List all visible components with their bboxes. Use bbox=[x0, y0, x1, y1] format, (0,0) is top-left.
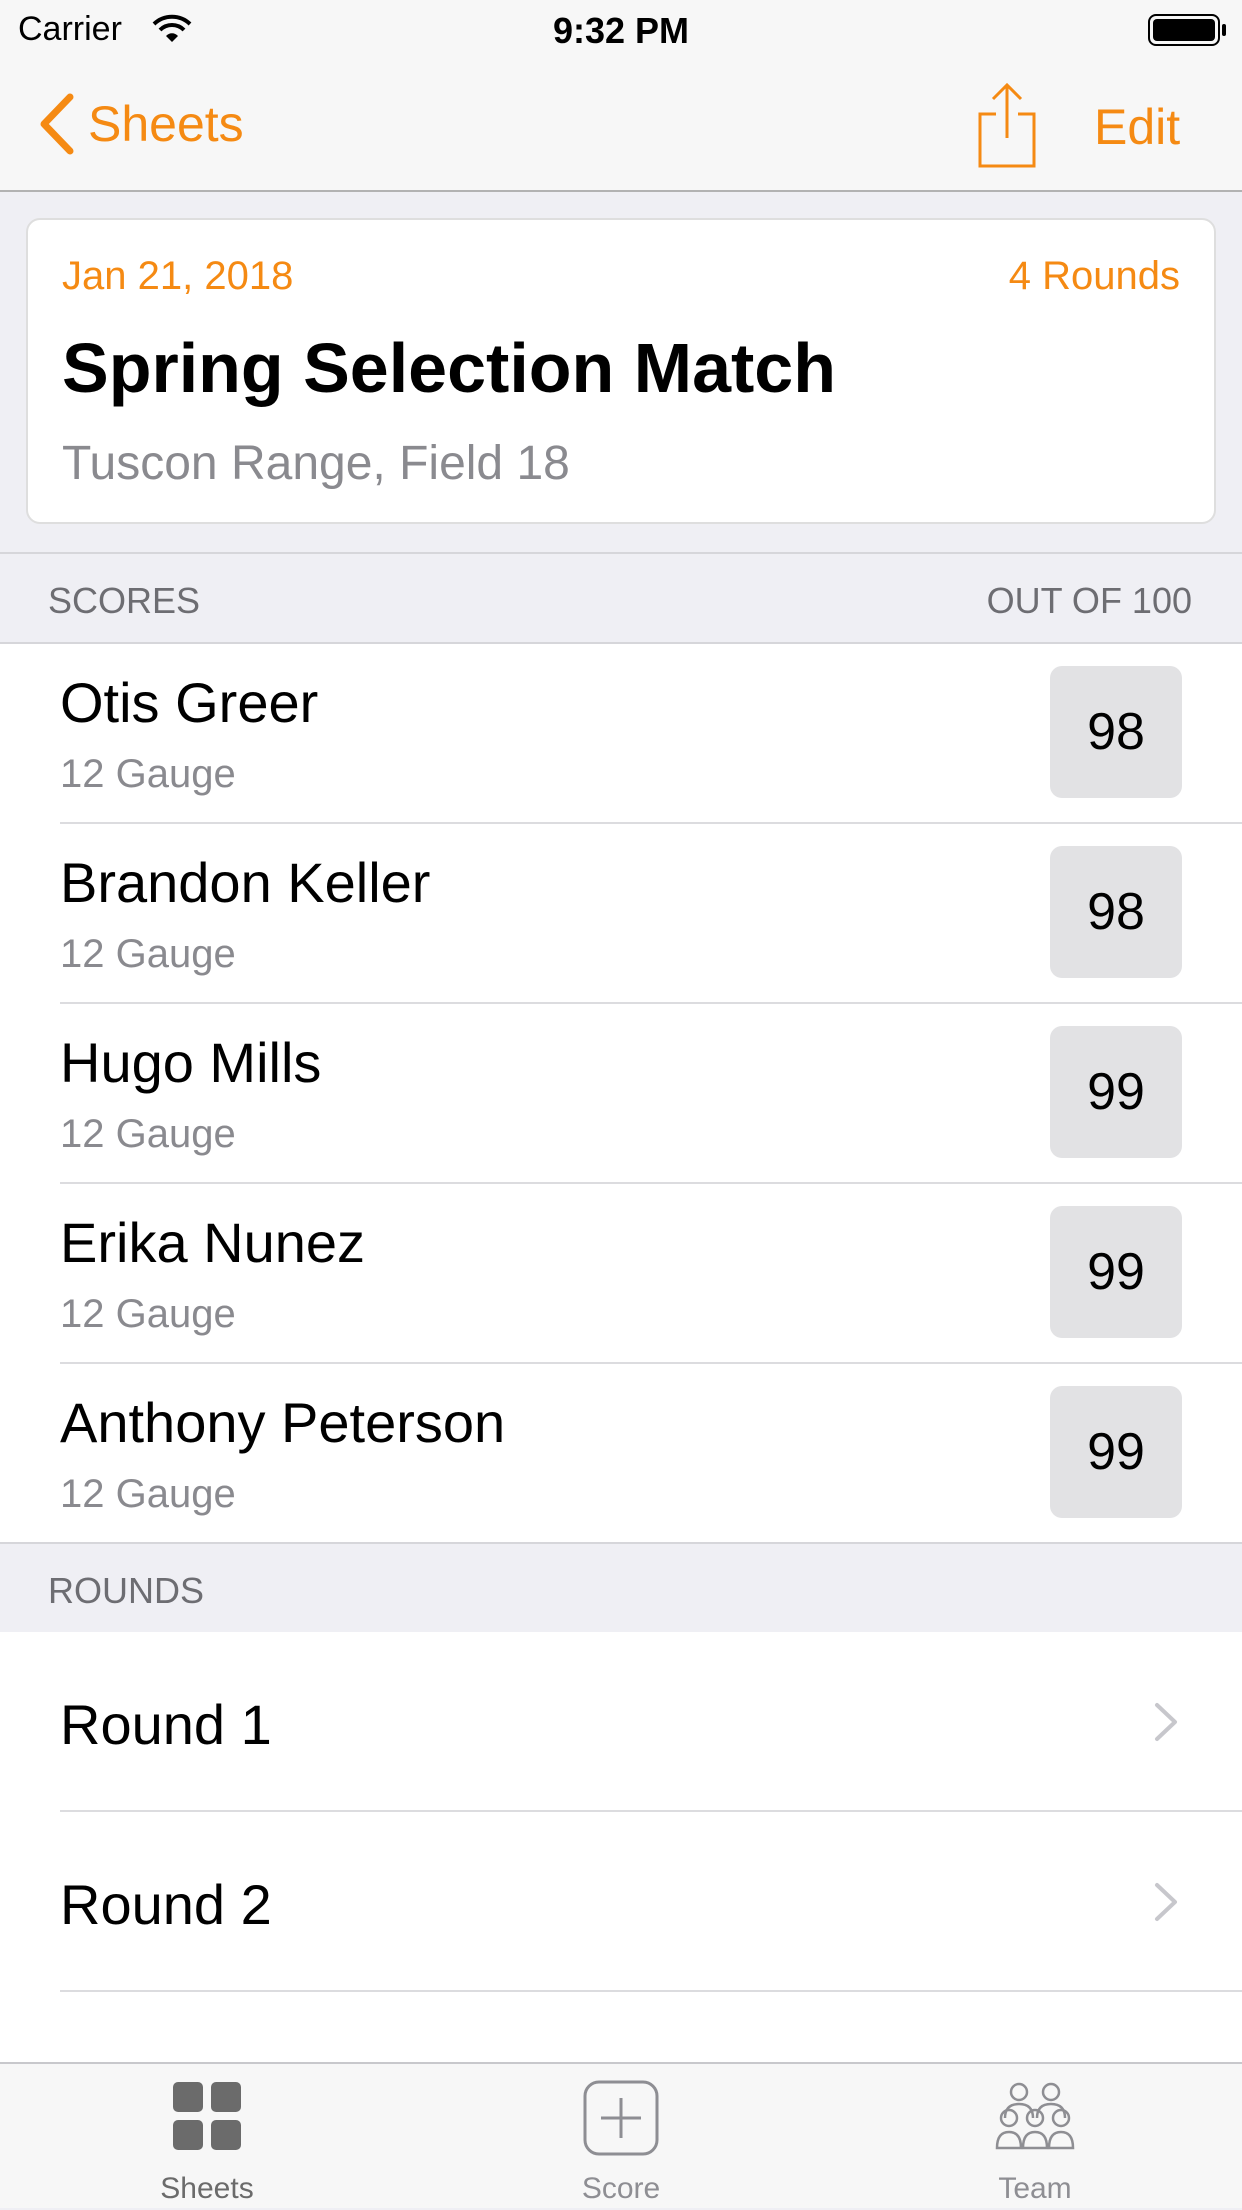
chevron-left-icon bbox=[40, 93, 74, 155]
navigation-bar: Sheets Edit bbox=[0, 60, 1242, 192]
shooter-gauge: 12 Gauge bbox=[60, 932, 236, 976]
score-value[interactable]: 98 bbox=[1050, 666, 1182, 798]
score-value[interactable]: 98 bbox=[1050, 846, 1182, 978]
shooter-name: Brandon Keller bbox=[60, 851, 431, 914]
plus-square-icon bbox=[414, 2080, 828, 2156]
row-divider bbox=[60, 1990, 1242, 1992]
back-button[interactable]: Sheets bbox=[38, 93, 244, 155]
status-bar: Carrier 9:32 PM bbox=[0, 0, 1242, 60]
round-row[interactable]: Round 2 bbox=[0, 1812, 1242, 1992]
score-row[interactable]: Otis Greer 12 Gauge 98 bbox=[0, 644, 1242, 824]
tab-team-label: Team bbox=[998, 2172, 1072, 2205]
shooter-name: Anthony Peterson bbox=[60, 1391, 506, 1454]
shooter-gauge: 12 Gauge bbox=[60, 1292, 236, 1336]
tab-score-label: Score bbox=[581, 2172, 661, 2205]
scores-header-label: SCORES bbox=[48, 580, 201, 621]
score-row[interactable]: Erika Nunez 12 Gauge 99 bbox=[0, 1184, 1242, 1364]
score-value[interactable]: 99 bbox=[1050, 1206, 1182, 1338]
tab-score[interactable]: Score bbox=[414, 2064, 828, 2210]
back-button-label: Sheets bbox=[88, 96, 244, 152]
sheet-summary-card: Jan 21, 2018 4 Rounds Spring Selection M… bbox=[26, 218, 1216, 524]
rounds-list: Round 1 Round 2 bbox=[0, 1632, 1242, 2062]
shooter-gauge: 12 Gauge bbox=[60, 1112, 236, 1156]
tab-bar: Sheets Score Team bbox=[0, 2062, 1242, 2208]
sheet-location: Tuscon Range, Field 18 bbox=[62, 437, 570, 490]
tab-sheets-label: Sheets bbox=[160, 2172, 254, 2205]
rounds-count: 4 Rounds bbox=[1008, 254, 1180, 298]
score-row[interactable]: Hugo Mills 12 Gauge 99 bbox=[0, 1004, 1242, 1184]
status-time: 9:32 PM bbox=[552, 10, 690, 51]
shooter-name: Erika Nunez bbox=[60, 1211, 366, 1274]
sheet-date: Jan 21, 2018 bbox=[62, 254, 294, 298]
shooter-name: Otis Greer bbox=[60, 671, 319, 734]
rounds-header-label: ROUNDS bbox=[48, 1570, 205, 1611]
chevron-right-icon bbox=[1155, 1703, 1177, 1741]
grid-icon bbox=[0, 2080, 414, 2152]
score-value[interactable]: 99 bbox=[1050, 1386, 1182, 1518]
scores-list: Otis Greer 12 Gauge 98 Brandon Keller 12… bbox=[0, 644, 1242, 1544]
round-row[interactable]: Round 1 bbox=[0, 1632, 1242, 1812]
rounds-section-header: ROUNDS bbox=[0, 1542, 1242, 1634]
round-label: Round 1 bbox=[60, 1693, 272, 1756]
share-button[interactable] bbox=[976, 82, 1038, 173]
tab-sheets[interactable]: Sheets bbox=[0, 2064, 414, 2210]
team-icon bbox=[828, 2080, 1242, 2152]
share-icon bbox=[978, 82, 1036, 168]
score-row[interactable]: Brandon Keller 12 Gauge 98 bbox=[0, 824, 1242, 1004]
shooter-name: Hugo Mills bbox=[60, 1031, 322, 1094]
score-row[interactable]: Anthony Peterson 12 Gauge 99 bbox=[0, 1364, 1242, 1544]
battery-icon bbox=[1148, 14, 1228, 51]
shooter-gauge: 12 Gauge bbox=[60, 1472, 236, 1516]
round-label: Round 2 bbox=[60, 1873, 272, 1936]
score-value[interactable]: 99 bbox=[1050, 1026, 1182, 1158]
scores-section-header: SCORES OUT OF 100 bbox=[0, 552, 1242, 644]
chevron-right-icon bbox=[1155, 1883, 1177, 1921]
edit-button[interactable]: Edit bbox=[1094, 98, 1180, 156]
tab-team[interactable]: Team bbox=[828, 2064, 1242, 2210]
sheet-title: Spring Selection Match bbox=[62, 329, 836, 407]
shooter-gauge: 12 Gauge bbox=[60, 752, 236, 796]
scores-out-of-label: OUT OF 100 bbox=[986, 580, 1192, 621]
